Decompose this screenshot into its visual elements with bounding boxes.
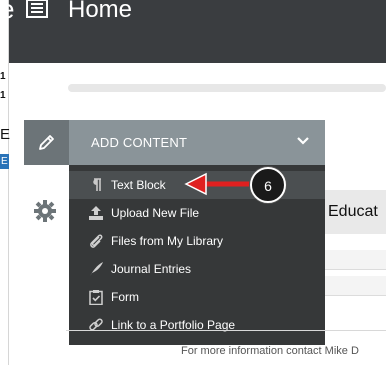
menu-item-files-from-library[interactable]: Files from My Library bbox=[69, 227, 325, 255]
footer-contact-text: For more information contact Mike D bbox=[181, 345, 359, 357]
footer-divider bbox=[66, 330, 386, 331]
paperclip-icon bbox=[90, 234, 103, 248]
page-title: Home bbox=[68, 0, 133, 23]
progress-track bbox=[68, 84, 386, 92]
background-row bbox=[324, 250, 386, 270]
pilcrow-icon bbox=[93, 178, 101, 191]
menu-item-form[interactable]: Form bbox=[69, 283, 325, 311]
edge-fragment-e: E bbox=[0, 126, 11, 143]
top-header: Home bbox=[0, 0, 386, 63]
menu-item-upload-new-file[interactable]: Upload New File bbox=[69, 199, 325, 227]
chevron-down-icon bbox=[297, 137, 309, 145]
edge-fragment-1: 1 bbox=[0, 71, 6, 82]
menu-item-label: Text Block bbox=[111, 178, 166, 192]
background-heading: Educat bbox=[328, 203, 378, 220]
menu-item-label: Files from My Library bbox=[111, 234, 224, 248]
menu-item-label: Journal Entries bbox=[111, 262, 192, 276]
document-icon bbox=[26, 0, 48, 18]
add-content-dropdown[interactable]: ADD CONTENT bbox=[69, 120, 325, 165]
edge-letter: e bbox=[0, 0, 15, 24]
edit-button[interactable] bbox=[24, 120, 69, 165]
menu-item-label: Form bbox=[111, 290, 139, 304]
background-row bbox=[324, 276, 386, 296]
quill-icon bbox=[90, 262, 103, 276]
edge-fragment-blue[interactable]: E bbox=[0, 154, 9, 169]
menu-item-journal-entries[interactable]: Journal Entries bbox=[69, 255, 325, 283]
upload-icon bbox=[89, 206, 103, 220]
menu-item-link-portfolio-page[interactable]: Link to a Portfolio Page bbox=[69, 311, 325, 339]
left-edge-strip bbox=[0, 0, 9, 365]
clipboard-check-icon bbox=[89, 290, 103, 305]
red-arrow-annotation bbox=[184, 172, 252, 196]
edge-fragment-2: 1 bbox=[0, 90, 6, 101]
add-content-label: ADD CONTENT bbox=[91, 135, 188, 150]
step-number: 6 bbox=[264, 178, 272, 194]
pencil-icon bbox=[39, 135, 54, 150]
menu-item-label: Upload New File bbox=[111, 206, 200, 220]
step-number-badge: 6 bbox=[250, 167, 286, 203]
gear-icon[interactable] bbox=[34, 200, 56, 222]
